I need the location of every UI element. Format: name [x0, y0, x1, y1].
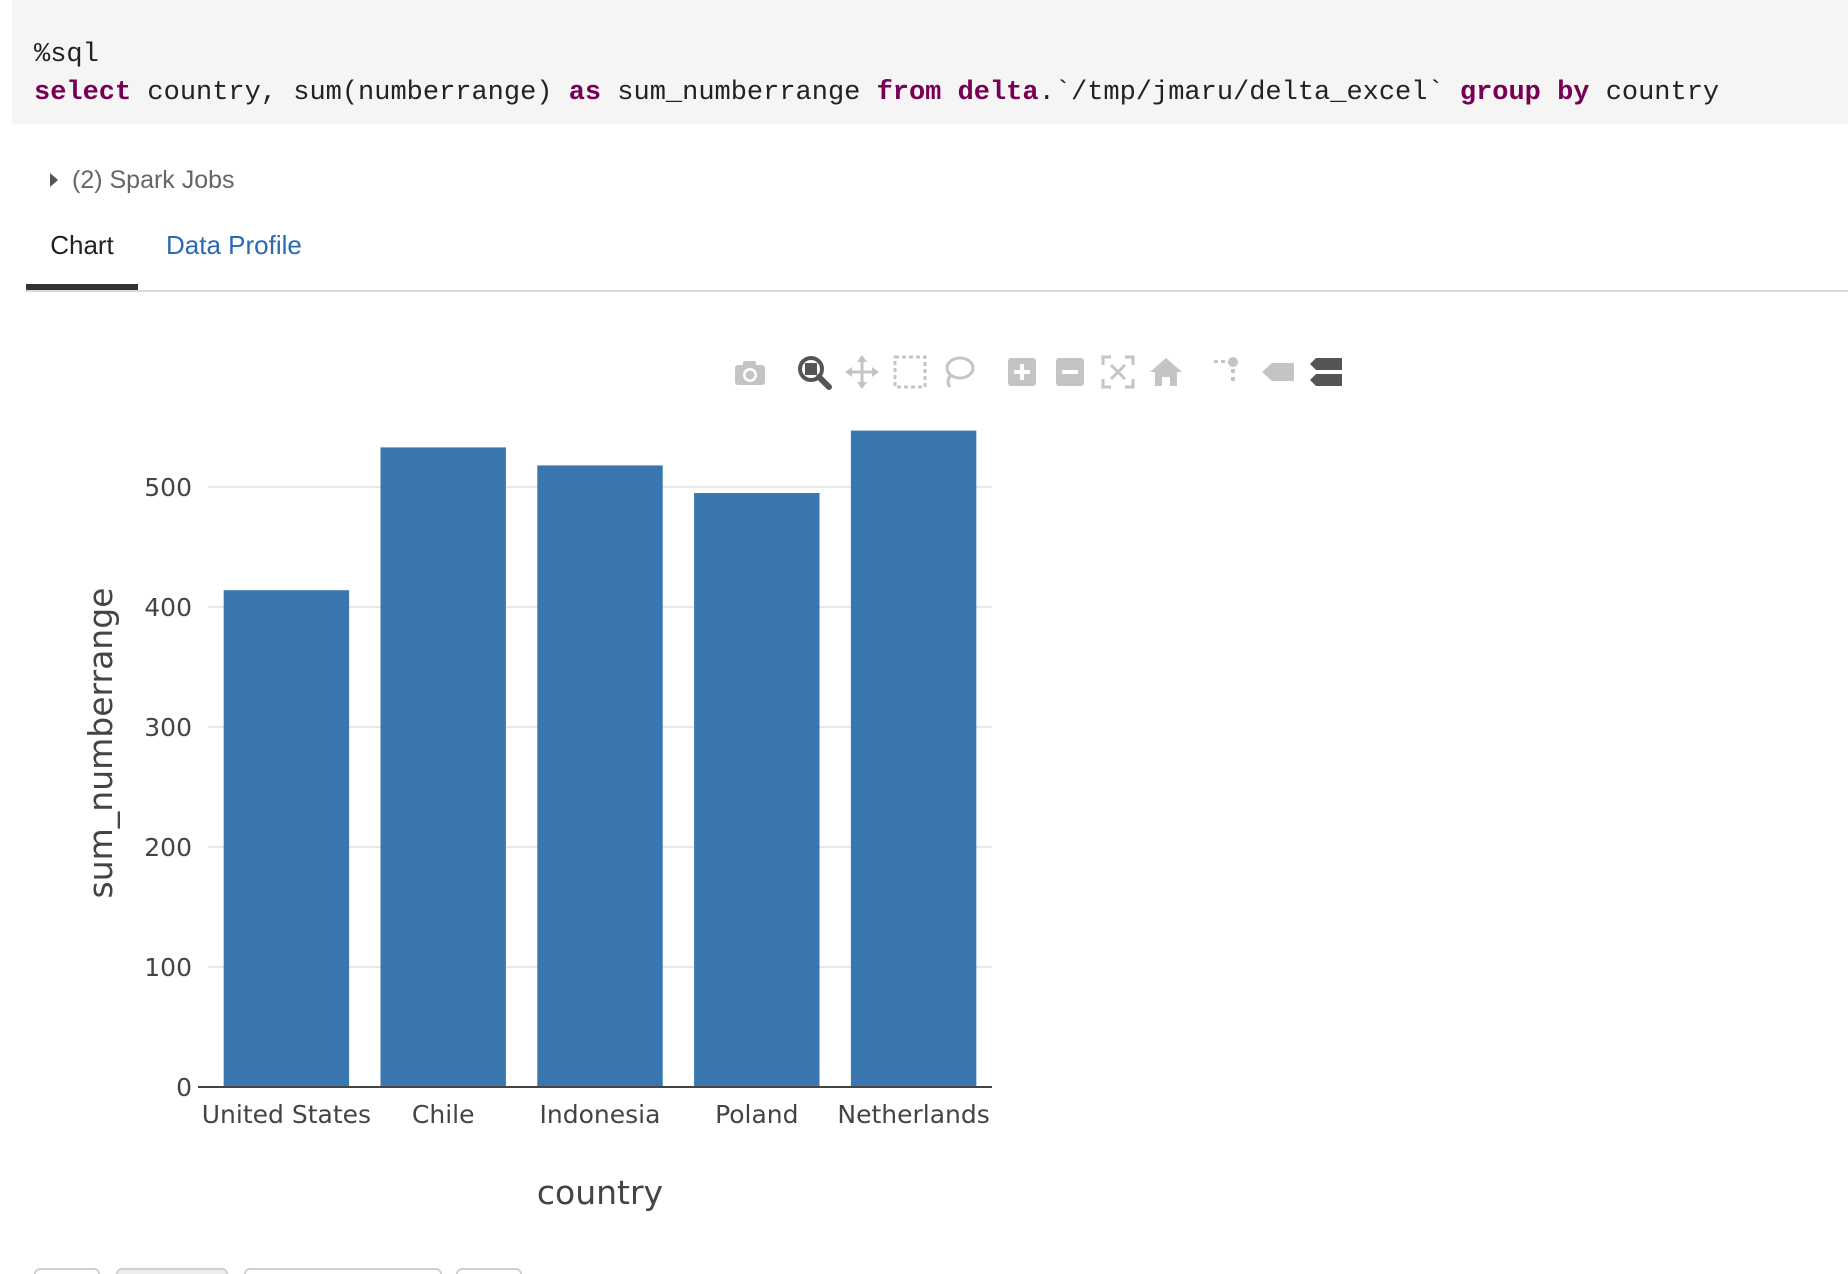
y-tick-label: 100 — [144, 953, 192, 982]
x-axis-title: country — [537, 1173, 663, 1212]
expand-button[interactable] — [456, 1268, 522, 1274]
y-tick-label: 400 — [144, 593, 192, 622]
display-type-button[interactable] — [34, 1268, 100, 1274]
x-tick-label: United States — [202, 1100, 371, 1129]
x-tick-label: Indonesia — [540, 1100, 661, 1129]
y-axis-title: sum_numberrange — [81, 588, 120, 899]
bar — [223, 590, 350, 1087]
download-button[interactable] — [244, 1268, 442, 1274]
y-tick-label: 200 — [144, 833, 192, 862]
bar-chart: 0 100 200 300 400 500 United States Chile Indone… — [81, 430, 992, 1212]
y-tick-label: 300 — [144, 713, 192, 742]
y-tick-label: 500 — [144, 473, 192, 502]
bar — [694, 493, 820, 1087]
bar — [380, 447, 506, 1087]
bar — [850, 430, 977, 1088]
x-tick-label: Netherlands — [837, 1100, 989, 1129]
x-tick-label: Poland — [715, 1100, 798, 1129]
y-tick-label: 0 — [176, 1073, 192, 1102]
plot-options-button[interactable] — [116, 1268, 228, 1274]
notebook-cell-output: %sql select country, sum(numberrange) as… — [0, 0, 1848, 1274]
bar — [537, 465, 663, 1087]
x-tick-label: Chile — [412, 1100, 475, 1129]
